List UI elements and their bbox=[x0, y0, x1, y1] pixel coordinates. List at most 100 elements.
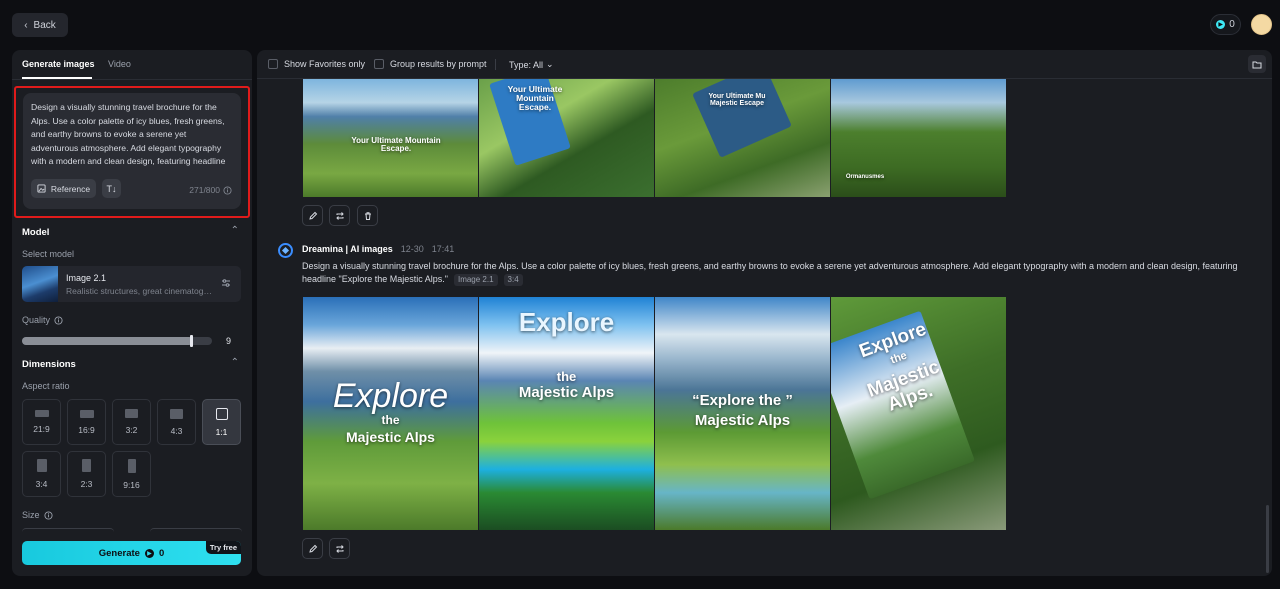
checkbox-box[interactable] bbox=[374, 59, 384, 69]
result-prompt[interactable]: Design a visually stunning travel brochu… bbox=[302, 260, 1252, 286]
result-image[interactable]: “Explore the ” Majestic Alps bbox=[655, 297, 830, 530]
result-image[interactable]: Your Ultimate Mountain Escape. bbox=[303, 79, 478, 197]
result-image[interactable]: Your Ultimate Mountain Escape. bbox=[479, 79, 654, 197]
generate-button[interactable]: Generate ▶ 0 Try free bbox=[22, 541, 241, 565]
chevron-up-icon[interactable]: ⌃ bbox=[231, 225, 239, 236]
delete-button[interactable] bbox=[357, 205, 378, 226]
result-image[interactable]: Explore the Majestic Alps. bbox=[831, 297, 1006, 530]
text-format-button[interactable]: T↓ bbox=[102, 179, 121, 198]
aspect-ratio-label: 3:4 bbox=[35, 479, 48, 489]
info-icon[interactable] bbox=[54, 315, 63, 325]
aspect-ratio-3-2[interactable]: 3:2 bbox=[112, 399, 151, 445]
group-label: Group results by prompt bbox=[390, 59, 487, 69]
aspect-ratio-16-9[interactable]: 16:9 bbox=[67, 399, 106, 445]
aspect-ratio-shape-icon bbox=[82, 459, 91, 472]
divider bbox=[495, 59, 496, 70]
aspect-ratio-shape-icon bbox=[215, 407, 228, 420]
result-date: 12-30 bbox=[400, 244, 424, 254]
select-model-label: Select model bbox=[22, 249, 75, 259]
aspect-ratio-label: 4:3 bbox=[170, 425, 183, 436]
model-selector[interactable]: Image 2.1 Realistic structures, great ci… bbox=[22, 266, 241, 302]
aspect-ratio-2-3[interactable]: 2:3 bbox=[67, 451, 106, 497]
size-option-left[interactable] bbox=[22, 528, 114, 534]
chevron-down-icon: ⌄ bbox=[546, 59, 554, 69]
quality-slider-handle[interactable] bbox=[190, 335, 193, 347]
tab-video[interactable]: Video bbox=[108, 59, 131, 69]
reference-button[interactable]: Reference bbox=[31, 179, 96, 198]
dimensions-section-title: Dimensions bbox=[22, 359, 76, 370]
back-button[interactable]: ‹ Back bbox=[12, 13, 68, 37]
checkbox-box[interactable] bbox=[268, 59, 278, 69]
quality-slider[interactable] bbox=[22, 335, 212, 347]
type-dropdown[interactable]: Type: All ⌄ bbox=[509, 59, 554, 70]
scrollbar[interactable] bbox=[1266, 505, 1269, 573]
aspect-ratio-4-3[interactable]: 4:3 bbox=[157, 399, 196, 445]
image-caption-title: Explore bbox=[518, 307, 615, 337]
chevron-up-icon[interactable]: ⌃ bbox=[231, 357, 239, 368]
aspect-ratio-1-1[interactable]: 1:1 bbox=[202, 399, 241, 445]
model-name: Image 2.1 bbox=[66, 273, 107, 283]
pencil-icon bbox=[308, 544, 317, 553]
prompt-input[interactable]: Design a visually stunning travel brochu… bbox=[23, 93, 241, 209]
tab-generate-images[interactable]: Generate images bbox=[22, 59, 95, 69]
result-image[interactable]: Explore the Majestic Alps bbox=[479, 297, 654, 530]
aspect-ratio-shape-icon bbox=[127, 458, 136, 473]
aspect-ratio-9-16[interactable]: 9:16 bbox=[112, 451, 151, 497]
edit-button[interactable] bbox=[302, 205, 323, 226]
prompt-text[interactable]: Design a visually stunning travel brochu… bbox=[31, 101, 233, 169]
quality-value: 9 bbox=[226, 336, 232, 346]
sliders-icon[interactable] bbox=[221, 278, 231, 291]
aspect-ratio-label: 16:9 bbox=[78, 424, 95, 435]
avatar[interactable] bbox=[1251, 14, 1272, 35]
result-source: Dreamina | AI images bbox=[302, 244, 393, 254]
info-icon[interactable] bbox=[223, 185, 232, 195]
info-icon[interactable] bbox=[43, 510, 53, 520]
favorites-checkbox[interactable]: Show Favorites only bbox=[268, 59, 365, 69]
aspect-ratio-shape-icon bbox=[125, 409, 138, 418]
model-thumbnail bbox=[22, 266, 58, 302]
aspect-ratio-label: 1:1 bbox=[215, 426, 228, 437]
result-image[interactable]: Ormanusmes bbox=[831, 79, 1006, 197]
model-description: Realistic structures, great cinematograp… bbox=[66, 286, 212, 296]
model-section-title: Model bbox=[22, 227, 50, 238]
image-caption-sub: Majestic Alps bbox=[694, 412, 791, 429]
result-image[interactable]: Your Ultimate Mu Majestic Escape bbox=[655, 79, 830, 197]
aspect-ratio-3-4[interactable]: 3:4 bbox=[22, 451, 61, 497]
folder-button[interactable] bbox=[1248, 55, 1266, 73]
group-by-prompt-checkbox[interactable]: Group results by prompt bbox=[374, 59, 487, 69]
aspect-ratio-label: 21:9 bbox=[33, 424, 50, 434]
image-caption-sub: Majestic Alps bbox=[518, 384, 615, 401]
char-count-value: 271/800 bbox=[189, 185, 220, 195]
result-image[interactable]: Explore the Majestic Alps bbox=[303, 297, 478, 530]
generate-panel: Generate images Video Design a visually … bbox=[12, 50, 252, 576]
aspect-ratio-21-9[interactable]: 21:9 bbox=[22, 399, 61, 445]
regenerate-button[interactable] bbox=[329, 205, 350, 226]
image-caption-title: “Explore the ” bbox=[692, 392, 793, 409]
quality-slider-fill bbox=[22, 337, 193, 345]
aspect-ratio-shape-icon bbox=[36, 459, 47, 472]
try-free-badge: Try free bbox=[205, 541, 241, 554]
active-tab-indicator bbox=[22, 77, 92, 79]
image-reference-icon bbox=[37, 184, 46, 193]
credit-coin-icon: ▶ bbox=[144, 548, 154, 558]
aspect-ratio-shape-icon bbox=[79, 409, 94, 418]
filter-bar: Show Favorites only Group results by pro… bbox=[257, 50, 1272, 79]
char-count: 271/800 bbox=[189, 185, 232, 195]
aspect-ratio-label: 2:3 bbox=[80, 479, 93, 489]
text-format-icon: T↓ bbox=[106, 183, 117, 194]
edit-button[interactable] bbox=[302, 538, 323, 559]
credit-coin-icon: ▶ bbox=[1216, 20, 1226, 29]
prompt-highlight-box: Design a visually stunning travel brochu… bbox=[14, 86, 250, 218]
regenerate-button[interactable] bbox=[329, 538, 350, 559]
credits-badge[interactable]: ▶ 0 bbox=[1210, 14, 1241, 35]
generate-cost: 0 bbox=[158, 547, 165, 559]
size-option-right[interactable] bbox=[150, 528, 242, 534]
ratio-tag: 3:4 bbox=[503, 274, 523, 286]
favorites-label: Show Favorites only bbox=[284, 59, 366, 69]
credits-count: 0 bbox=[1229, 19, 1235, 30]
image-caption: Your Ultimate Mountain Escape. bbox=[351, 136, 441, 154]
quality-label-text: Quality bbox=[22, 315, 51, 325]
chevron-left-icon: ‹ bbox=[24, 19, 28, 31]
pencil-icon bbox=[308, 211, 317, 220]
aspect-ratio-shape-icon bbox=[34, 410, 49, 417]
